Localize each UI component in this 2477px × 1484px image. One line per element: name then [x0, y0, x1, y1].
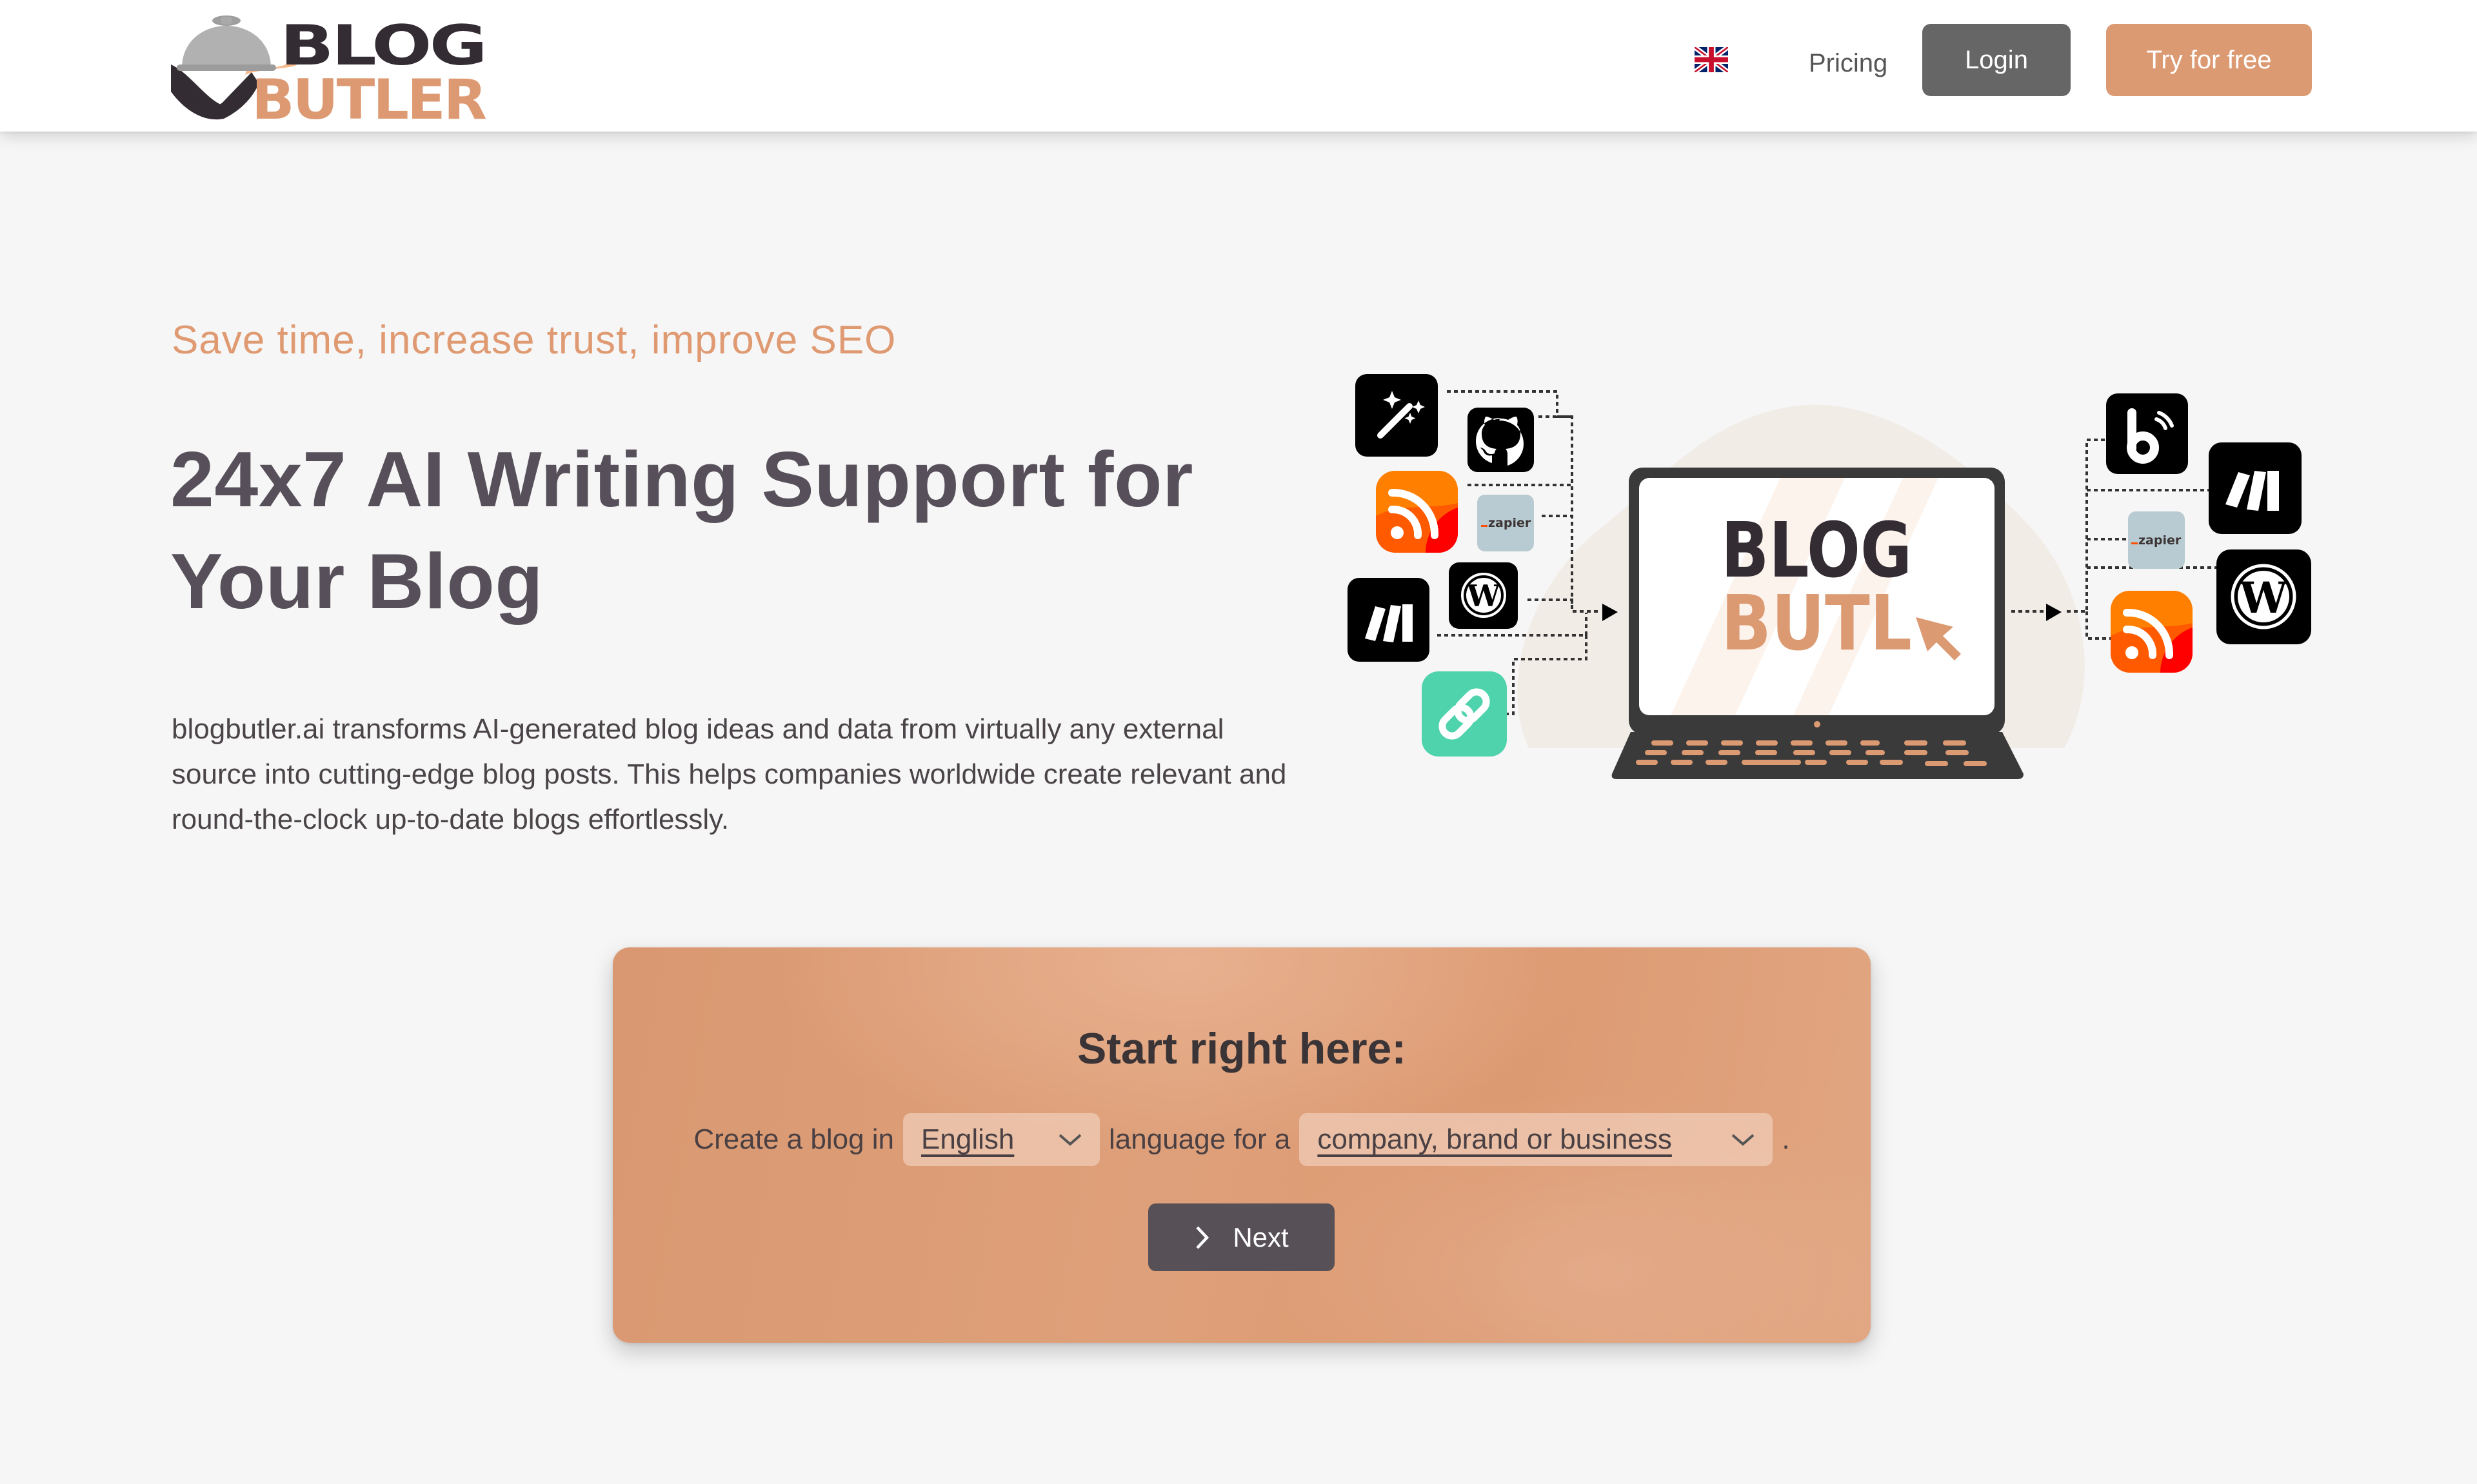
- zapier-icon: zapier: [1477, 495, 1534, 551]
- language-flag-button[interactable]: [1695, 47, 1728, 72]
- language-select[interactable]: English: [903, 1113, 1100, 1166]
- make-icon: [1348, 578, 1429, 662]
- logo[interactable]: BLOG BUTLER: [169, 8, 488, 123]
- sentence-middle: language for a: [1109, 1123, 1291, 1155]
- get-started-card: Start right here: Create a blog in Engli…: [613, 947, 1871, 1343]
- site-header: BLOG BUTLER Pricing Login Try for free: [0, 0, 2477, 132]
- rss-feed-icon: [2111, 591, 2193, 673]
- chevron-down-icon: [1059, 1134, 1082, 1146]
- svg-text:zapier: zapier: [1488, 516, 1531, 530]
- sentence-prefix: Create a blog in: [693, 1123, 895, 1155]
- hero-description: blogbutler.ai transforms AI-generated bl…: [172, 713, 1287, 835]
- wordpress-icon: W: [1449, 562, 1518, 629]
- next-button[interactable]: Next: [1148, 1203, 1335, 1271]
- make-icon: [2209, 442, 2302, 534]
- github-icon: [1467, 408, 1534, 472]
- hero-headline: 24x7 AI Writing Support for Your Blog: [170, 435, 1194, 625]
- uk-flag-icon: [1695, 47, 1728, 72]
- blogger-icon: [2106, 393, 2188, 474]
- login-button[interactable]: Login: [1922, 24, 2071, 96]
- svg-text:BUTLER: BUTLER: [252, 68, 486, 123]
- blog-setup-sentence: Create a blog in English language for a …: [613, 1113, 1871, 1166]
- svg-text:zapier: zapier: [2138, 533, 2182, 548]
- butler-cloche-icon: BLOG BUTLER: [171, 14, 488, 123]
- integration-illustration: zapier W BLOG BUTL zapier W: [1329, 361, 2335, 800]
- sentence-suffix: .: [1782, 1123, 1790, 1155]
- svg-text:W: W: [1466, 579, 1501, 613]
- chevron-right-icon: [1196, 1225, 1209, 1249]
- svg-text:W: W: [2239, 573, 2288, 623]
- zapier-icon: zapier: [2128, 511, 2185, 569]
- blog-type-select-value: company, brand or business: [1317, 1123, 1672, 1155]
- next-button-label: Next: [1233, 1222, 1289, 1252]
- svg-text:BUTL: BUTL: [1721, 579, 1912, 668]
- hero-kicker: Save time, increase trust, improve SEO: [172, 318, 897, 362]
- chevron-down-icon: [1732, 1134, 1755, 1146]
- magic-wand-icon: [1355, 374, 1438, 457]
- laptop-illustration: BLOG BUTL: [1611, 468, 2024, 779]
- link-icon: [1422, 671, 1507, 757]
- wordpress-icon: W: [2216, 549, 2311, 644]
- language-select-value: English: [921, 1123, 1015, 1155]
- try-for-free-button[interactable]: Try for free: [2106, 24, 2312, 96]
- card-title: Start right here:: [1077, 1024, 1407, 1073]
- nav-pricing-link[interactable]: Pricing: [1809, 46, 1887, 80]
- blog-type-select[interactable]: company, brand or business: [1299, 1113, 1773, 1166]
- rss-feed-icon: [1376, 471, 1458, 553]
